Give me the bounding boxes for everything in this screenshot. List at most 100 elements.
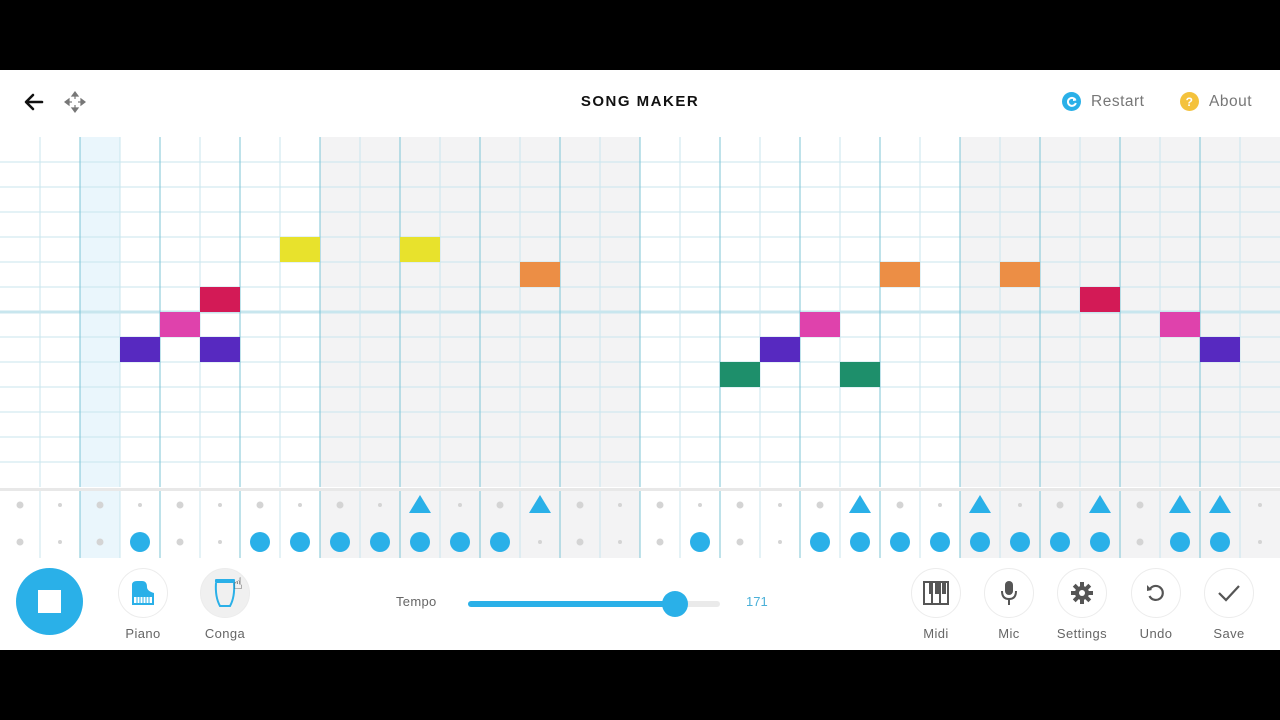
undo-label: Undo [1139, 626, 1173, 641]
note-block [280, 237, 320, 262]
midi-button[interactable]: Midi [901, 568, 971, 641]
about-label: About [1209, 92, 1253, 110]
percussion-circle [1090, 532, 1110, 552]
percussion-circle [890, 532, 910, 552]
mouse-cursor-icon: ☝ [233, 576, 243, 593]
percussion-empty-dot [16, 538, 24, 546]
percussion-empty-dot [618, 540, 622, 544]
tempo-slider-fill [468, 601, 675, 607]
percussion-empty-dot [138, 503, 142, 507]
save-button[interactable]: Save [1194, 568, 1264, 641]
mic-button[interactable]: Mic [974, 568, 1044, 641]
settings-button[interactable]: Settings [1047, 568, 1117, 641]
note-block [720, 362, 760, 387]
restart-icon [1062, 92, 1081, 111]
tempo-value: 171 [746, 594, 768, 609]
footer-toolbar: Piano Conga ☝ Tempo 171 Midi Mic Setting… [0, 558, 1280, 650]
percussion-circle [490, 532, 510, 552]
melody-grid[interactable] [0, 137, 1280, 487]
mic-label: Mic [998, 626, 1020, 641]
restart-button[interactable]: Restart [1062, 92, 1144, 111]
percussion-circle [970, 532, 990, 552]
about-button[interactable]: ? About [1180, 92, 1252, 111]
percussion-empty-dot [96, 501, 104, 509]
percussion-circle [690, 532, 710, 552]
piano-keys-icon [923, 581, 949, 605]
percussion-grid[interactable] [0, 491, 1280, 558]
note-block [1080, 287, 1120, 312]
note-block [800, 312, 840, 337]
percussion-circle [850, 532, 870, 552]
tempo-slider-handle[interactable] [661, 591, 688, 617]
percussion-empty-dot [16, 501, 24, 509]
percussion-empty-dot [656, 538, 664, 546]
percussion-triangle [849, 495, 871, 513]
percussion-empty-dot [538, 540, 542, 544]
stop-button[interactable] [16, 568, 83, 635]
percussion-empty-dot [576, 538, 584, 546]
percussion-empty-dot [218, 503, 222, 507]
note-block [880, 262, 920, 287]
percussion-empty-dot [218, 540, 222, 544]
note-block [1000, 262, 1040, 287]
percussion-circle [1210, 532, 1230, 552]
percussion-circle [130, 532, 150, 552]
note-block [1160, 312, 1200, 337]
percussion-label: Conga [204, 626, 246, 641]
playhead-column [80, 491, 120, 558]
percussion-circle [290, 532, 310, 552]
percussion-empty-dot [618, 503, 622, 507]
microphone-icon [1001, 581, 1017, 605]
percussion-grid-wrap [0, 488, 1280, 558]
percussion-empty-dot [656, 501, 664, 509]
restart-label: Restart [1091, 92, 1145, 110]
percussion-circle [330, 532, 350, 552]
percussion-circle [1010, 532, 1030, 552]
note-block [120, 337, 160, 362]
settings-label: Settings [1056, 626, 1108, 641]
percussion-empty-dot [176, 538, 184, 546]
percussion-empty-dot [1136, 538, 1144, 546]
song-maker-app: SONG MAKER Restart ? About Piano Conga ☝… [0, 70, 1280, 650]
note-block [520, 262, 560, 287]
percussion-circle [450, 532, 470, 552]
note-block [840, 362, 880, 387]
percussion-empty-dot [778, 540, 782, 544]
note-block [1200, 337, 1240, 362]
percussion-empty-dot [896, 501, 904, 509]
percussion-button[interactable]: Conga [190, 568, 260, 641]
checkmark-icon [1218, 585, 1240, 602]
piano-icon [132, 581, 154, 605]
stop-icon [38, 590, 61, 613]
note-block [400, 237, 440, 262]
note-block [160, 312, 200, 337]
save-label: Save [1213, 626, 1245, 641]
percussion-empty-dot [736, 501, 744, 509]
note-block [200, 337, 240, 362]
percussion-empty-dot [576, 501, 584, 509]
song-grid [0, 137, 1280, 558]
midi-label: Midi [923, 626, 949, 641]
percussion-empty-dot [1258, 540, 1262, 544]
percussion-empty-dot [1258, 503, 1262, 507]
percussion-empty-dot [336, 501, 344, 509]
percussion-circle [930, 532, 950, 552]
note-block [200, 287, 240, 312]
percussion-circle [250, 532, 270, 552]
percussion-empty-dot [58, 503, 62, 507]
question-icon: ? [1180, 92, 1199, 111]
note-block [760, 337, 800, 362]
percussion-empty-dot [458, 503, 462, 507]
instrument-button[interactable]: Piano [108, 568, 178, 641]
percussion-empty-dot [778, 503, 782, 507]
percussion-empty-dot [1136, 501, 1144, 509]
tempo-slider[interactable] [468, 591, 720, 617]
percussion-empty-dot [496, 501, 504, 509]
undo-icon [1147, 584, 1164, 601]
undo-button[interactable]: Undo [1121, 568, 1191, 641]
percussion-empty-dot [176, 501, 184, 509]
percussion-empty-dot [96, 538, 104, 546]
percussion-empty-dot [298, 503, 302, 507]
percussion-empty-dot [816, 501, 824, 509]
percussion-circle [1050, 532, 1070, 552]
